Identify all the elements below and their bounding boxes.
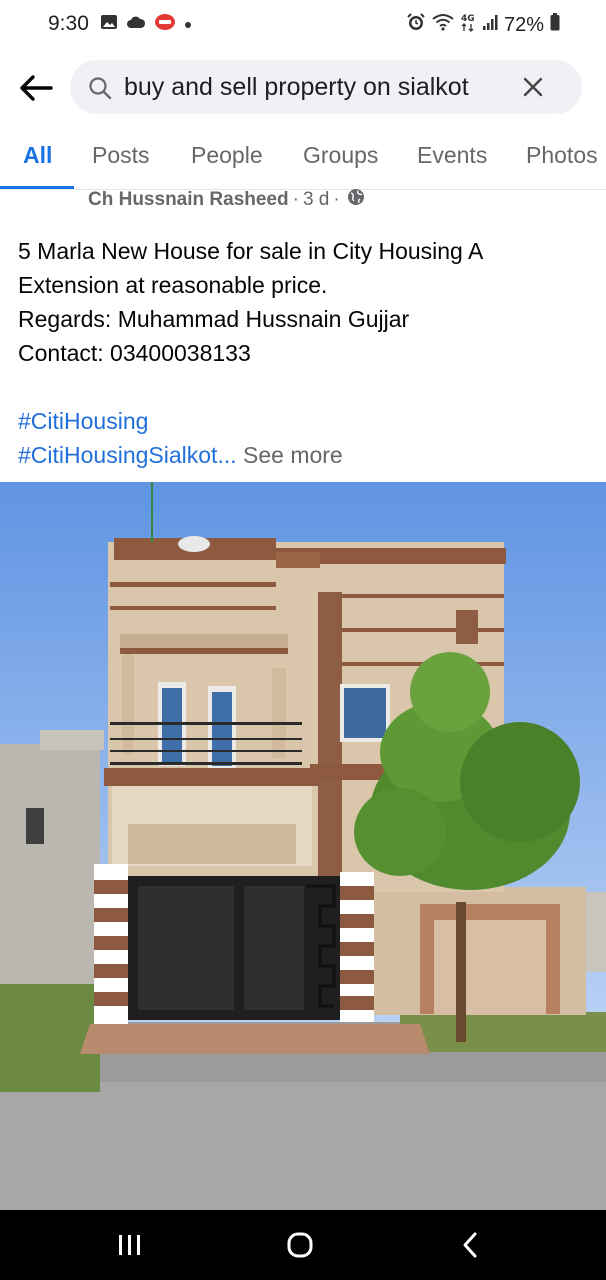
back-chevron-icon <box>463 1232 477 1258</box>
post-header: Ch Hussnain Rasheed · 3 d · <box>88 188 365 212</box>
post-line: Contact: 03400038133 <box>18 340 251 366</box>
post-text: 5 Marla New House for sale in City Housi… <box>18 234 588 472</box>
search-icon <box>88 76 112 105</box>
tab-groups[interactable]: Groups <box>303 142 378 169</box>
meta-separator: · <box>292 189 299 210</box>
hashtag-link[interactable]: #CitiHousingSialkot <box>18 442 217 468</box>
post-author[interactable]: Ch Hussnain Rasheed <box>88 189 289 211</box>
tab-events[interactable]: Events <box>417 142 487 169</box>
search-query[interactable]: buy and sell property on sialkot <box>124 73 469 102</box>
search-tabs: All Posts People Groups Events Photos <box>0 130 606 190</box>
see-more-link[interactable]: See more <box>243 442 343 468</box>
post-line: Extension at reasonable price. <box>18 272 328 298</box>
svg-text:4G: 4G <box>461 14 475 24</box>
home-icon <box>287 1232 313 1258</box>
4g-icon: 4G <box>460 12 476 38</box>
search-header: buy and sell property on sialkot <box>0 56 606 120</box>
post-line: Regards: Muhammad Hussnain Gujjar <box>18 306 410 332</box>
status-time: 9:30 <box>48 12 89 35</box>
search-input[interactable]: buy and sell property on sialkot <box>70 60 582 114</box>
hashtag-link[interactable]: #CitiHousing <box>18 408 148 434</box>
app-badge-icon <box>154 13 176 36</box>
globe-icon <box>347 188 365 212</box>
back-button[interactable] <box>14 68 58 108</box>
tab-people[interactable]: People <box>191 142 263 169</box>
text-ellipsis: ... <box>217 442 237 468</box>
back-nav-button[interactable] <box>450 1230 490 1260</box>
status-bar: 9:30 4G 72% <box>0 0 606 48</box>
dot-icon <box>184 16 192 34</box>
gallery-icon <box>100 14 118 35</box>
status-right: 4G 72% <box>406 12 560 38</box>
tab-posts[interactable]: Posts <box>92 142 150 169</box>
close-icon <box>523 77 543 97</box>
home-button[interactable] <box>280 1230 320 1260</box>
post-time[interactable]: 3 d <box>303 189 329 211</box>
tab-all[interactable]: All <box>23 142 52 169</box>
signal-icon <box>482 13 498 37</box>
recent-apps-icon <box>119 1235 140 1255</box>
wifi-icon <box>432 13 454 37</box>
post-photo[interactable] <box>0 482 606 1210</box>
clear-search-button[interactable] <box>520 74 546 100</box>
house-photo <box>0 482 606 1210</box>
system-nav-bar <box>0 1210 606 1280</box>
post-line: 5 Marla New House for sale in City Housi… <box>18 238 484 264</box>
status-left-icons <box>100 13 192 36</box>
battery-percent: 72% <box>503 13 544 36</box>
meta-separator: · <box>333 189 340 210</box>
alarm-icon <box>406 12 426 38</box>
tab-photos[interactable]: Photos <box>526 142 598 169</box>
recent-apps-button[interactable] <box>110 1230 150 1260</box>
cloud-icon <box>126 15 146 34</box>
back-arrow-icon <box>20 75 53 101</box>
battery-icon <box>550 13 560 37</box>
